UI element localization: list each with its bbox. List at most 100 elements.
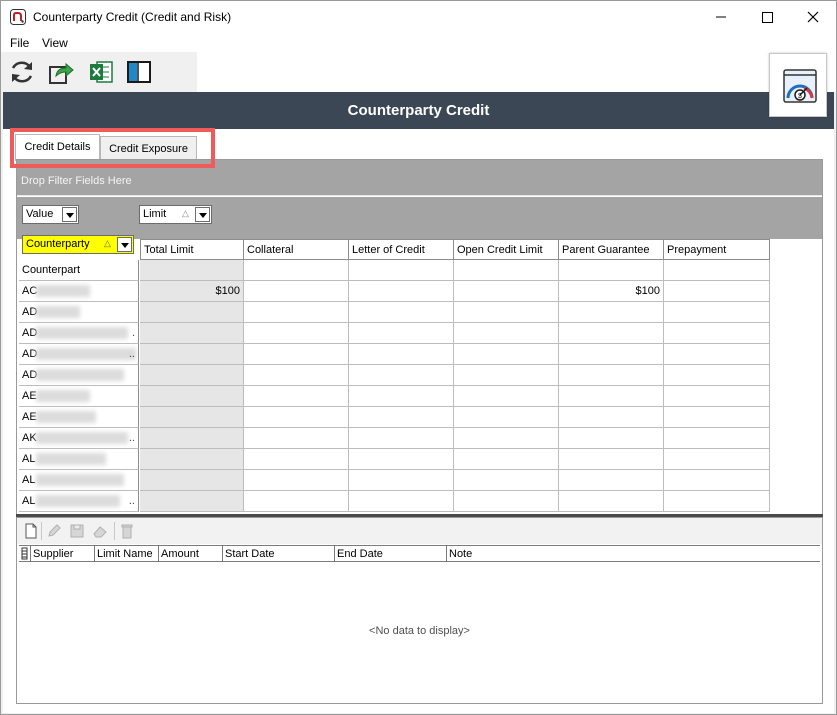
row-header-counterparty[interactable]: AL bbox=[19, 449, 139, 470]
grid-cell[interactable] bbox=[348, 470, 454, 491]
grid-cell[interactable] bbox=[348, 344, 454, 365]
export-icon[interactable] bbox=[47, 58, 75, 86]
grid-cell[interactable] bbox=[453, 323, 559, 344]
grid-cell[interactable] bbox=[663, 407, 770, 428]
column-header-note[interactable]: Note bbox=[447, 546, 820, 562]
grid-cell[interactable] bbox=[243, 407, 349, 428]
row-header-counterparty[interactable]: AE bbox=[19, 386, 139, 407]
row-header-counterparty[interactable]: AD bbox=[19, 302, 139, 323]
grid-cell[interactable] bbox=[453, 344, 559, 365]
new-document-icon[interactable] bbox=[22, 522, 40, 540]
grid-cell[interactable] bbox=[558, 386, 664, 407]
row-header-counterparty[interactable]: AL.. bbox=[19, 491, 139, 512]
column-header[interactable]: Collateral bbox=[243, 239, 349, 260]
grid-cell[interactable]: $100 bbox=[558, 281, 664, 302]
grid-cell[interactable] bbox=[663, 344, 770, 365]
grid-cell[interactable] bbox=[663, 470, 770, 491]
row-header-counterparty[interactable]: AD. bbox=[19, 323, 139, 344]
grid-cell[interactable] bbox=[558, 302, 664, 323]
grid-cell[interactable] bbox=[663, 386, 770, 407]
dashboard-button[interactable]: $ bbox=[769, 53, 827, 117]
title-bar[interactable]: Counterparty Credit (Credit and Risk) bbox=[1, 1, 836, 33]
column-header-start-date[interactable]: Start Date bbox=[223, 546, 335, 562]
grid-cell[interactable] bbox=[663, 302, 770, 323]
column-header-limit-name[interactable]: Limit Name bbox=[95, 546, 159, 562]
edit-pencil-icon[interactable] bbox=[45, 522, 63, 540]
column-header[interactable]: Open Credit Limit bbox=[453, 239, 559, 260]
grid-cell[interactable] bbox=[348, 365, 454, 386]
column-header[interactable]: Total Limit bbox=[140, 239, 244, 260]
save-icon[interactable] bbox=[68, 522, 86, 540]
column-header[interactable]: Letter of Credit bbox=[348, 239, 454, 260]
column-header[interactable]: Prepayment bbox=[663, 239, 770, 260]
grid-cell[interactable] bbox=[663, 449, 770, 470]
column-field-limit[interactable]: Limit △ bbox=[139, 205, 212, 224]
grid-cell[interactable] bbox=[453, 386, 559, 407]
dropdown-arrow-icon[interactable] bbox=[62, 207, 77, 222]
grid-cell[interactable] bbox=[453, 281, 559, 302]
refresh-icon[interactable] bbox=[8, 58, 36, 86]
grid-cell[interactable] bbox=[140, 470, 244, 491]
grid-cell[interactable] bbox=[140, 386, 244, 407]
row-header-counterparty[interactable]: AC bbox=[19, 281, 139, 302]
data-field-value[interactable]: Value bbox=[22, 205, 79, 224]
column-header[interactable]: Parent Guarantee bbox=[558, 239, 664, 260]
menu-file[interactable]: File bbox=[10, 36, 29, 50]
grid-cell[interactable] bbox=[453, 491, 559, 512]
column-header-supplier[interactable]: Supplier bbox=[31, 546, 95, 562]
column-header-end-date[interactable]: End Date bbox=[335, 546, 447, 562]
grid-cell[interactable] bbox=[348, 386, 454, 407]
grid-cell[interactable] bbox=[243, 281, 349, 302]
grid-cell[interactable] bbox=[243, 386, 349, 407]
grid-cell[interactable] bbox=[558, 407, 664, 428]
row-header-counterparty[interactable]: AL bbox=[19, 470, 139, 491]
grid-cell[interactable] bbox=[558, 491, 664, 512]
dropdown-arrow-icon[interactable] bbox=[195, 207, 210, 222]
maximize-button[interactable] bbox=[744, 1, 790, 33]
grid-cell[interactable] bbox=[453, 302, 559, 323]
grid-cell[interactable] bbox=[140, 344, 244, 365]
grid-cell[interactable] bbox=[663, 428, 770, 449]
grid-cell[interactable] bbox=[558, 449, 664, 470]
grid-cell[interactable] bbox=[453, 407, 559, 428]
grid-cell[interactable] bbox=[558, 260, 664, 281]
grid-cell[interactable] bbox=[348, 281, 454, 302]
grid-cell[interactable] bbox=[243, 344, 349, 365]
row-header-counterparty[interactable]: AD.. bbox=[19, 344, 139, 365]
delete-trash-icon[interactable] bbox=[118, 522, 136, 540]
grid-cell[interactable] bbox=[453, 260, 559, 281]
row-header-counterparty[interactable]: AD bbox=[19, 365, 139, 386]
grid-cell[interactable] bbox=[663, 281, 770, 302]
grid-cell[interactable] bbox=[140, 428, 244, 449]
grid-cell[interactable] bbox=[140, 365, 244, 386]
tab-credit-exposure[interactable]: Credit Exposure bbox=[100, 136, 197, 160]
grid-cell[interactable] bbox=[663, 491, 770, 512]
row-header-label[interactable]: Counterpart bbox=[19, 260, 139, 281]
grid-cell[interactable] bbox=[140, 491, 244, 512]
grid-cell[interactable] bbox=[348, 302, 454, 323]
grid-cell[interactable] bbox=[243, 302, 349, 323]
grid-cell[interactable] bbox=[558, 323, 664, 344]
grid-cell[interactable] bbox=[348, 491, 454, 512]
grid-cell[interactable] bbox=[558, 428, 664, 449]
grid-cell[interactable] bbox=[558, 344, 664, 365]
eraser-icon[interactable] bbox=[91, 522, 109, 540]
grid-cell[interactable] bbox=[348, 323, 454, 344]
grid-cell[interactable] bbox=[663, 260, 770, 281]
grid-cell[interactable] bbox=[453, 365, 559, 386]
grid-cell[interactable] bbox=[663, 365, 770, 386]
excel-icon[interactable] bbox=[87, 58, 115, 86]
layout-icon[interactable] bbox=[125, 58, 153, 86]
grid-cell[interactable] bbox=[140, 302, 244, 323]
grid-cell[interactable] bbox=[243, 491, 349, 512]
grid-cell[interactable] bbox=[558, 470, 664, 491]
grid-cell[interactable] bbox=[453, 449, 559, 470]
grid-cell[interactable] bbox=[243, 470, 349, 491]
grid-cell[interactable] bbox=[140, 449, 244, 470]
grid-cell[interactable] bbox=[140, 407, 244, 428]
grid-cell[interactable] bbox=[348, 407, 454, 428]
minimize-button[interactable] bbox=[698, 1, 744, 33]
tab-credit-details[interactable]: Credit Details bbox=[15, 134, 100, 161]
grid-cell[interactable] bbox=[453, 428, 559, 449]
grid-cell[interactable]: $100 bbox=[140, 281, 244, 302]
